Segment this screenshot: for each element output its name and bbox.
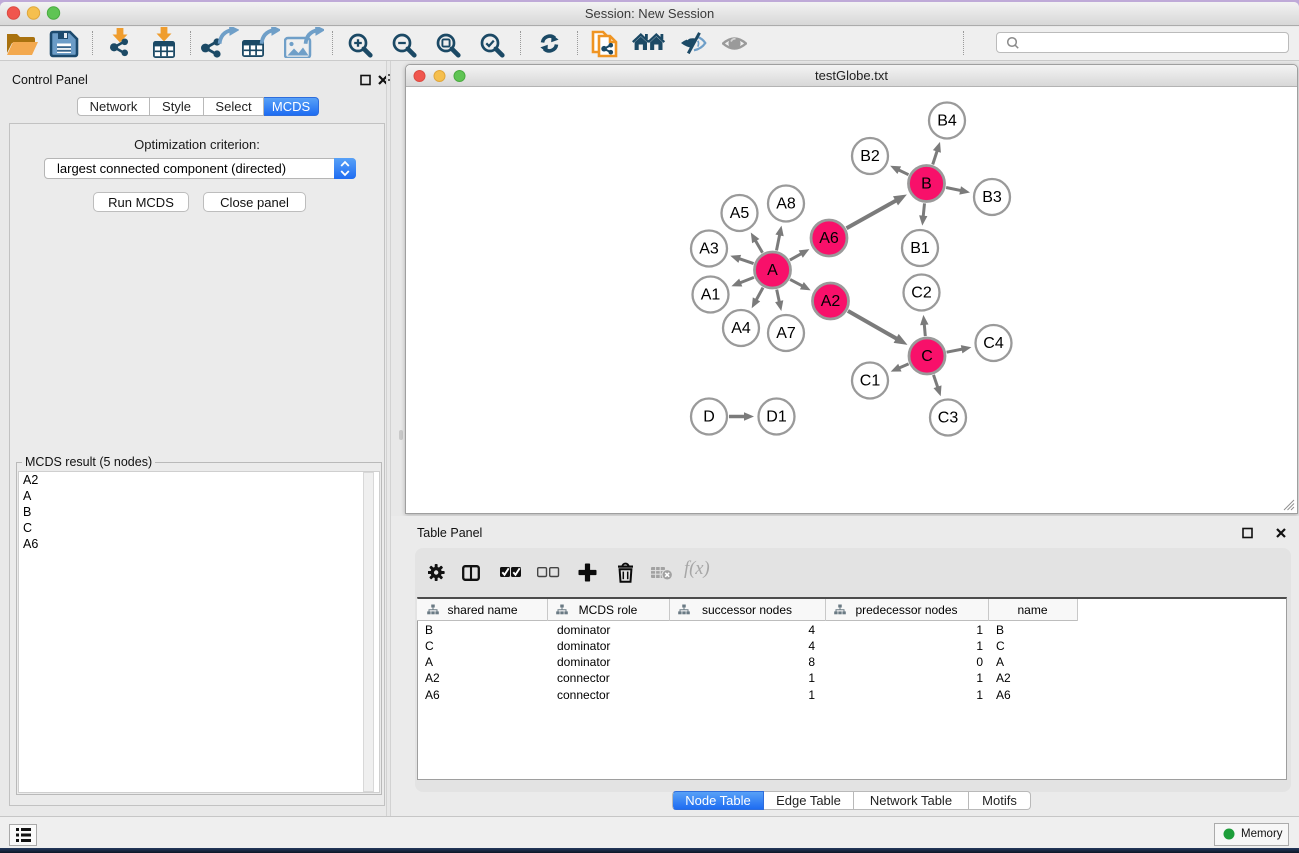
svg-text:A7: A7 <box>776 325 796 342</box>
svg-text:B2: B2 <box>860 148 880 165</box>
svg-text:A3: A3 <box>699 241 719 258</box>
svg-text:A4: A4 <box>731 320 751 337</box>
svg-text:C4: C4 <box>983 335 1004 352</box>
svg-text:B3: B3 <box>982 189 1002 206</box>
svg-text:A5: A5 <box>730 205 750 222</box>
svg-text:C1: C1 <box>860 373 881 390</box>
svg-text:B1: B1 <box>910 240 930 257</box>
svg-text:A8: A8 <box>776 196 796 213</box>
svg-text:D: D <box>703 409 715 426</box>
svg-text:D1: D1 <box>766 409 787 426</box>
svg-text:C2: C2 <box>911 285 932 302</box>
svg-text:A2: A2 <box>821 293 841 310</box>
svg-text:B: B <box>921 176 932 193</box>
svg-text:C3: C3 <box>938 410 959 427</box>
svg-text:B4: B4 <box>937 113 957 130</box>
svg-text:A1: A1 <box>701 287 721 304</box>
svg-text:A6: A6 <box>819 230 839 247</box>
svg-text:C: C <box>921 348 933 365</box>
svg-text:A: A <box>767 262 778 279</box>
